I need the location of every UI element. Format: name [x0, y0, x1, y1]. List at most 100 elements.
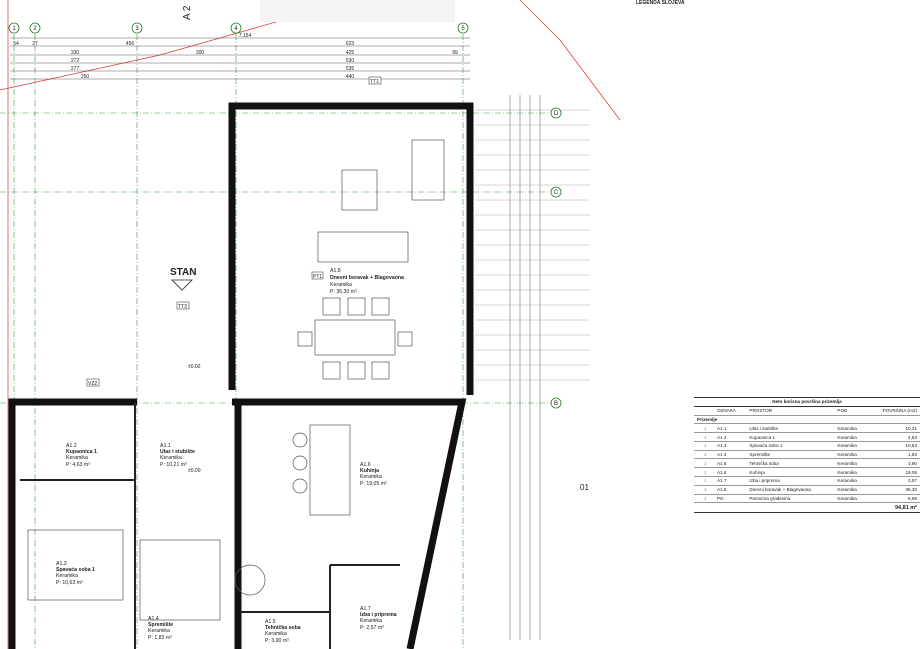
table-row: J A1.8 Dnevni boravak + Blagovaona Keramika…	[694, 485, 920, 495]
table-cell: J	[694, 467, 714, 478]
dim: 425	[346, 50, 355, 56]
legend-box	[695, 4, 920, 44]
table-cell: Keramika	[834, 467, 868, 478]
tag-pt1: PT1	[313, 274, 322, 280]
table-cell: Ulaz i stubište	[746, 423, 835, 434]
room-code: A1.8	[330, 268, 341, 274]
stan-arrow-icon	[171, 279, 193, 291]
dimension-texts: 7.154 54 27 330 456 300 623 425 99 272 5…	[13, 33, 458, 80]
dim: 440	[346, 74, 355, 80]
interior-walls	[20, 402, 400, 649]
table-cell: A1.2	[713, 432, 747, 442]
level-000: ±0.00	[188, 468, 201, 474]
room-area: P: 10,63 m²	[56, 580, 83, 586]
table-cell: Pomoćna građevina	[746, 494, 835, 504]
table-cell: Kuhinja	[746, 467, 835, 478]
table-cell: A1.6	[713, 467, 747, 478]
table-cell: 3,90	[867, 458, 920, 469]
section-mark-a2: A 2	[182, 5, 193, 20]
room-area: P: 19,05 m²	[360, 481, 387, 487]
table-row: J A1.4 Spremište Keramika 1,83	[694, 450, 920, 460]
table-cell: A1.7	[713, 476, 747, 486]
table-cell: J	[694, 441, 714, 451]
table-cell: 4,63	[867, 432, 920, 442]
table-cell: Spavaća soba 1	[746, 441, 835, 451]
axis-bubbles	[8, 22, 562, 409]
area-table: Neto korisna površina prizemlja OZNAKA P…	[694, 397, 920, 514]
level-002: ±0.02	[188, 364, 201, 370]
dimension-lines	[10, 37, 541, 640]
room-area: P: 2,57 m²	[360, 625, 384, 631]
col-header: POD	[834, 406, 868, 416]
col-header: OZNAKA	[713, 406, 747, 416]
table-cell: 10,21	[867, 423, 920, 434]
tag-vz2: VZ2	[88, 381, 97, 387]
table-row: J PG Pomoćna građevina Keramika 5,69	[694, 494, 920, 504]
dim: 277	[71, 66, 80, 72]
dim: 250	[81, 74, 90, 80]
table-cell: Keramika	[834, 494, 868, 504]
area-table-title: Neto korisna površina prizemlja	[694, 397, 920, 407]
section-mark-01: 01	[580, 483, 589, 492]
area-total: 94,81 m²	[867, 502, 920, 514]
table-row: J A1.1 Ulaz i stubište Keramika 10,21	[694, 423, 920, 434]
table-cell: Keramika	[834, 485, 868, 495]
table-cell: A1.4	[713, 450, 747, 460]
grid-lines	[0, 34, 560, 649]
table-cell: 19,05	[867, 467, 920, 478]
table-cell: Spremište	[746, 450, 835, 460]
table-cell: J	[694, 432, 714, 442]
table-row: J A1.7 Izba i priprema Keramika 2,57	[694, 476, 920, 486]
dim: 300	[196, 50, 205, 56]
tag-tt3: TT3	[178, 304, 187, 310]
room-floor: Keramika	[360, 474, 382, 480]
table-cell: Keramika	[834, 423, 868, 434]
table-row: J A1.6 Kuhinja Keramika 19,05	[694, 467, 920, 478]
legend-title: LEGENDA SLOJEVA	[636, 0, 685, 6]
room-a1-7: A1.7Izba i pripremaKeramikaP: 2,57 m²	[360, 606, 397, 631]
dim: 330	[71, 50, 80, 56]
table-cell: A1.5	[713, 458, 747, 469]
dim: 99	[452, 50, 458, 56]
dim: 530	[346, 58, 355, 64]
dim: 7.154	[239, 33, 252, 39]
table-cell: 2,57	[867, 476, 920, 486]
table-cell: Keramika	[834, 458, 868, 469]
table-row: J A1.5 Tehnička soba Keramika 3,90	[694, 458, 920, 469]
table-cell: Keramika	[834, 432, 868, 442]
table-cell: Dnevni boravak + Blagovaona	[746, 485, 835, 495]
tag-tt1: TT1	[370, 79, 379, 85]
room-a1-8: A1.8Dnevni boravak + BlagovaonaKeramikaP…	[330, 268, 404, 295]
table-cell: PG	[713, 494, 747, 504]
room-floor: Keramika	[56, 573, 78, 579]
room-floor: Keramika	[160, 455, 182, 461]
dim: 623	[346, 41, 355, 47]
axis-d: D	[554, 111, 559, 117]
table-cell: J	[694, 423, 714, 434]
axis-c: C	[554, 190, 559, 196]
col-header: PROSTOR	[746, 406, 835, 416]
header-mask	[260, 0, 455, 22]
section-label: Prizemlje	[694, 415, 920, 425]
room-floor: Keramika	[148, 628, 170, 634]
table-row: J A1.2 Kupaonica 1 Keramika 4,63	[694, 432, 920, 442]
col-header: POVRŠINA (m2)	[867, 406, 920, 416]
dim: 535	[346, 66, 355, 72]
room-area: P: 36,30 m²	[330, 289, 357, 295]
room-floor: Keramika	[66, 455, 88, 461]
table-cell: 10,63	[867, 441, 920, 451]
site-boundary	[0, 0, 621, 649]
dim: 54	[13, 41, 19, 47]
room-a1-1: A1.1Ulaz i stubišteKeramikaP: 10,21 m²	[160, 443, 195, 468]
table-cell: Tehnička soba	[746, 458, 835, 469]
table-cell: Izba i priprema	[746, 476, 835, 486]
room-floor: Keramika	[330, 282, 352, 288]
room-area: P: 3,90 m²	[265, 638, 289, 644]
table-cell: Kupaonica 1	[746, 432, 835, 442]
room-area: P: 1,83 m²	[148, 635, 172, 641]
room-a1-5: A1.5Tehnička sobaKeramikaP: 3,90 m²	[265, 619, 301, 644]
dim: 27	[32, 41, 38, 47]
table-cell: Keramika	[834, 441, 868, 451]
table-cell: J	[694, 476, 714, 486]
table-cell: 36,30	[867, 485, 920, 495]
